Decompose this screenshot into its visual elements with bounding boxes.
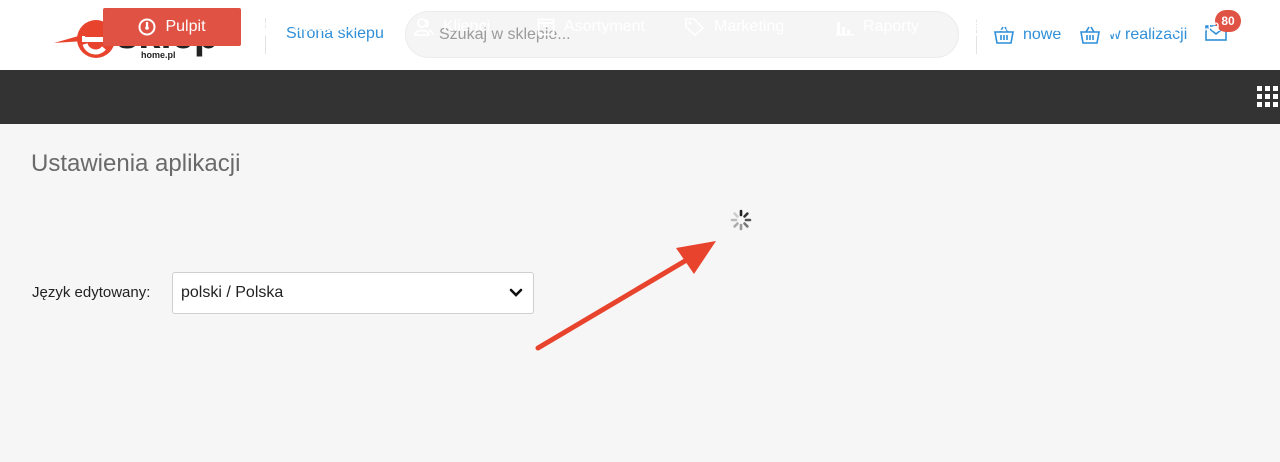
main-nav bbox=[0, 70, 1280, 124]
nav-item-label: Asortyment bbox=[564, 18, 645, 35]
apps-grid-icon[interactable] bbox=[1257, 86, 1280, 108]
loading-spinner-icon bbox=[730, 209, 752, 231]
document-icon bbox=[969, 18, 985, 36]
nav-item-sprzedaz[interactable]: Sprzedaż bbox=[263, 8, 360, 46]
nav-item-label: Konfiguracja bbox=[1131, 18, 1220, 35]
language-label: Język edytowany: bbox=[32, 284, 151, 301]
nav-item-asortyment[interactable]: Asortyment bbox=[537, 8, 645, 46]
box-icon bbox=[537, 18, 555, 36]
chart-icon bbox=[836, 22, 854, 36]
page-title: Ustawienia aplikacji bbox=[31, 150, 241, 177]
nav-item-label: Zawartość bbox=[996, 18, 1070, 35]
nav-item-marketing[interactable]: Marketing bbox=[685, 8, 784, 46]
nav-item-raporty[interactable]: Raporty bbox=[836, 8, 919, 46]
tag-icon bbox=[685, 18, 705, 36]
nav-item-zawartosc[interactable]: Zawartość bbox=[969, 8, 1070, 46]
nav-item-konfiguracja[interactable]: Konfiguracja bbox=[1102, 8, 1220, 46]
chevron-down-icon bbox=[509, 288, 523, 297]
language-select[interactable]: polski / Polska bbox=[172, 272, 534, 314]
nav-item-label: Sprzedaż bbox=[292, 18, 360, 35]
gear-icon bbox=[1104, 19, 1120, 35]
logo-subtitle: home.pl bbox=[141, 50, 176, 60]
nav-item-label: Pulpit bbox=[165, 18, 206, 35]
nav-item-label: Raporty bbox=[863, 18, 920, 35]
nav-item-label: Marketing bbox=[714, 18, 785, 35]
nav-item-label: Klienci bbox=[443, 18, 491, 35]
nav-item-pulpit[interactable]: Pulpit bbox=[103, 8, 241, 46]
users-icon bbox=[414, 18, 434, 36]
basket-icon bbox=[1080, 26, 1100, 44]
language-select-value: polski / Polska bbox=[181, 284, 284, 301]
basket-icon bbox=[263, 18, 283, 36]
dashboard-icon bbox=[138, 18, 156, 36]
nav-item-klienci[interactable]: Klienci bbox=[414, 8, 490, 46]
